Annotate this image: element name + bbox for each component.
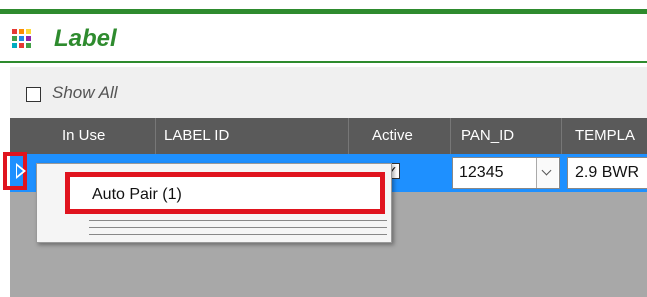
template-cell[interactable]: 2.9 BWR [567, 157, 647, 189]
grid-icon [12, 29, 31, 48]
pan-id-dropdown[interactable]: 12345 [452, 157, 560, 189]
column-header-active[interactable]: Active [372, 127, 413, 144]
template-value: 2.9 BWR [575, 164, 640, 181]
menu-separator [89, 234, 387, 235]
chevron-down-icon [541, 165, 552, 176]
column-divider[interactable] [155, 118, 156, 154]
column-header-in-use[interactable]: In Use [62, 127, 105, 144]
top-accent-rule [0, 9, 647, 14]
show-all-checkbox[interactable] [26, 87, 41, 102]
column-header-pan-id[interactable]: PAN_ID [461, 127, 514, 144]
column-divider[interactable] [450, 118, 451, 154]
menu-separator [89, 220, 387, 221]
column-divider[interactable] [348, 118, 349, 154]
title-underline [0, 61, 647, 63]
menu-item-auto-pair[interactable]: Auto Pair (1) [65, 172, 385, 214]
page-title: Label [54, 25, 117, 52]
column-header-label-id[interactable]: LABEL ID [164, 127, 229, 144]
pan-id-dropdown-button[interactable] [536, 158, 558, 188]
column-header-template[interactable]: TEMPLA [575, 127, 635, 144]
grid-header: In Use LABEL ID Active PAN_ID TEMPLA [10, 118, 647, 154]
row-selector-icon-inner [17, 166, 23, 176]
menu-item-label: Auto Pair (1) [92, 186, 182, 203]
show-all-label: Show All [52, 83, 118, 102]
pan-id-value: 12345 [459, 164, 504, 181]
context-menu: Auto Pair (1) [36, 163, 392, 243]
menu-separator [89, 227, 387, 228]
column-divider[interactable] [561, 118, 562, 154]
title-bar: Label [0, 24, 647, 56]
